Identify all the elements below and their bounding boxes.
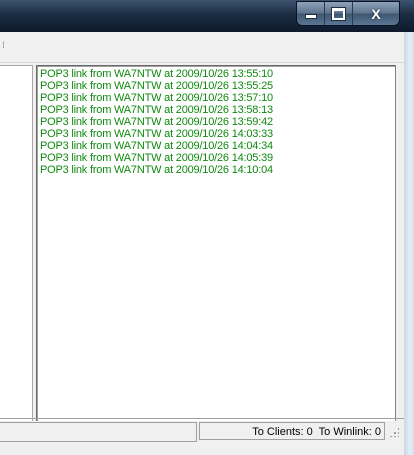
maximize-button[interactable] xyxy=(325,2,353,25)
left-pane[interactable] xyxy=(0,65,33,426)
log-line: POP3 link from WA7NTW at 2009/10/26 14:0… xyxy=(40,128,273,140)
caption-buttons: X xyxy=(297,2,399,25)
status-bar: To Clients: 0 To Winlink: 0 xyxy=(0,421,404,443)
log-line: POP3 link from WA7NTW at 2009/10/26 13:5… xyxy=(40,68,273,80)
log-line: POP3 link from WA7NTW at 2009/10/26 14:1… xyxy=(40,164,273,176)
log-line: POP3 link from WA7NTW at 2009/10/26 13:5… xyxy=(40,80,273,92)
maximize-icon xyxy=(332,7,345,20)
log-line: POP3 link from WA7NTW at 2009/10/26 13:5… xyxy=(40,104,273,116)
close-icon: X xyxy=(371,5,381,22)
log-line: POP3 link from WA7NTW at 2009/10/26 14:0… xyxy=(40,152,273,164)
window-border-right[interactable] xyxy=(404,32,414,455)
log-line: POP3 link from WA7NTW at 2009/10/26 13:5… xyxy=(40,92,273,104)
resize-grip-icon[interactable] xyxy=(389,427,399,437)
status-panel-queue: To Clients: 0 To Winlink: 0 xyxy=(199,422,385,440)
log-line: POP3 link from WA7NTW at 2009/10/26 14:0… xyxy=(40,140,273,152)
toolbar-edge-icon: ⁝ xyxy=(2,40,5,50)
toolbar: ⁝ xyxy=(0,32,404,63)
status-panel-left xyxy=(0,422,197,442)
log-list: POP3 link from WA7NTW at 2009/10/26 13:5… xyxy=(37,66,395,176)
title-bar[interactable]: X xyxy=(0,0,414,32)
queue-counts-text: To Clients: 0 To Winlink: 0 xyxy=(252,426,381,438)
log-line: POP3 link from WA7NTW at 2009/10/26 13:5… xyxy=(40,116,273,128)
log-pane[interactable]: POP3 link from WA7NTW at 2009/10/26 13:5… xyxy=(36,65,396,426)
minimize-button[interactable] xyxy=(297,2,325,25)
close-button[interactable]: X xyxy=(353,2,399,25)
divider xyxy=(0,418,404,419)
window-client-area: ⁝ POP3 link from WA7NTW at 2009/10/26 13… xyxy=(0,32,405,455)
minimize-icon xyxy=(305,15,316,18)
